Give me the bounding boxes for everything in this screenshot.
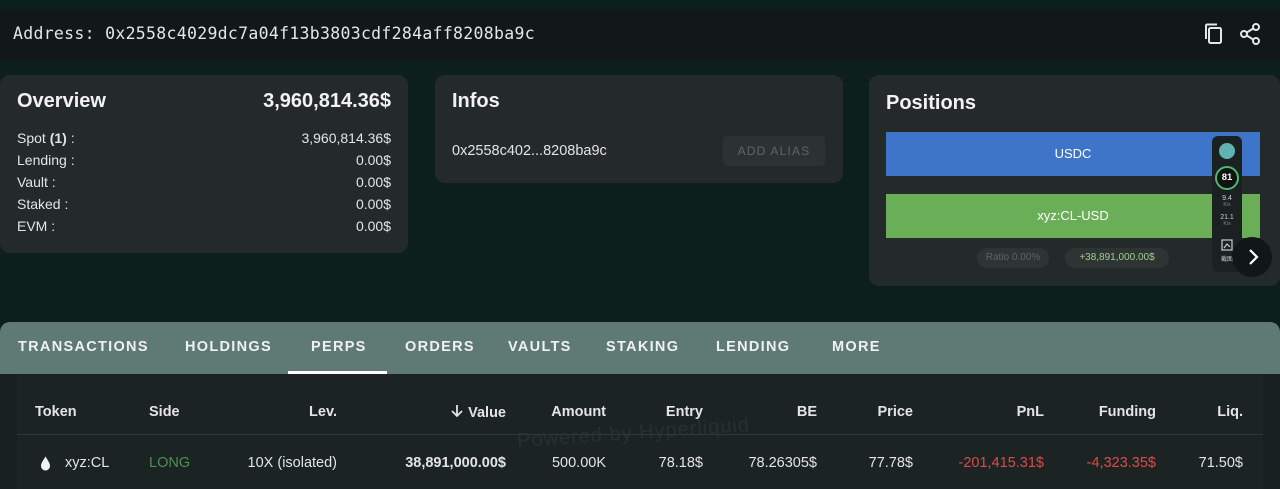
overview-row-value: 0.00$ — [355, 196, 391, 212]
overview-row-evm: EVM : 0.00$ — [17, 218, 391, 238]
infos-card: Infos 0x2558c402...8208ba9c ADD ALIAS — [435, 75, 843, 183]
cell-amount: 500.00K — [551, 455, 606, 471]
cell-be: 78.26305$ — [748, 455, 817, 471]
ratio-pill: Ratio 0.00% — [977, 248, 1049, 268]
position-bar-usdc[interactable]: USDC — [886, 132, 1260, 176]
cell-token[interactable]: xyz:CL — [65, 455, 109, 471]
copy-icon[interactable] — [1202, 22, 1226, 46]
overview-row-label: Vault : — [17, 174, 56, 190]
upload-unit: K/s — [1223, 202, 1231, 208]
tab-more[interactable]: MORE — [832, 339, 881, 355]
cell-entry: 78.18$ — [658, 455, 703, 471]
cell-pnl: -201,415.31$ — [958, 455, 1044, 471]
header-amount[interactable]: Amount — [551, 404, 606, 420]
cell-side: LONG — [149, 455, 191, 471]
overview-row-value: 0.00$ — [355, 174, 391, 190]
overview-card: Overview 3,960,814.36$ Spot (1) : 3,960,… — [0, 75, 408, 253]
overview-row-lending: Lending : 0.00$ — [17, 152, 391, 172]
infos-title: Infos — [452, 90, 500, 112]
overview-row-label: EVM : — [17, 218, 56, 234]
chevron-right-icon — [1249, 249, 1259, 265]
header-liq[interactable]: Liq. — [1217, 404, 1243, 420]
wallet-address: Address: 0x2558c4029dc7a04f13b3803cdf284… — [13, 24, 535, 43]
pnl-pill: +38,891,000.00$ — [1065, 248, 1169, 268]
overview-row-label: Spot (1) : — [17, 130, 75, 146]
overview-row-label: Staked : — [17, 196, 69, 212]
screenshot-icon[interactable] — [1221, 239, 1233, 251]
positions-title: Positions — [886, 92, 977, 114]
header-entry[interactable]: Entry — [666, 404, 703, 420]
cell-liq: 71.50$ — [1198, 455, 1243, 471]
header-price[interactable]: Price — [878, 404, 913, 420]
cell-funding: -4,323.35$ — [1086, 455, 1156, 471]
overview-row-value: 3,960,814.36$ — [301, 130, 391, 146]
cell-value: 38,891,000.00$ — [405, 455, 506, 471]
next-arrow-button[interactable] — [1232, 237, 1272, 277]
speed-badge: 81 — [1215, 166, 1239, 190]
header-pnl[interactable]: PnL — [1017, 404, 1044, 420]
overview-row-spot: Spot (1) : 3,960,814.36$ — [17, 130, 391, 150]
upload-stat: 9.4 K/s — [1212, 195, 1242, 208]
tab-staking[interactable]: STAKING — [606, 339, 679, 355]
overview-total: 3,960,814.36$ — [263, 90, 391, 112]
tab-lending[interactable]: LENDING — [716, 339, 790, 355]
header-value-label: Value — [468, 405, 506, 421]
short-address: 0x2558c402...8208ba9c — [452, 143, 607, 159]
cell-lev: 10X (isolated) — [247, 455, 337, 471]
tab-orders[interactable]: ORDERS — [405, 339, 475, 355]
table-area: Powered by Hyperliquid Token Side Lev. V… — [0, 374, 1280, 489]
overview-title: Overview — [17, 90, 106, 112]
upload-value: 9.4 — [1222, 195, 1232, 202]
overview-row-vault: Vault : 0.00$ — [17, 174, 391, 194]
header-funding[interactable]: Funding — [1099, 404, 1156, 420]
overview-row-value: 0.00$ — [355, 218, 391, 234]
tab-perps[interactable]: PERPS — [311, 339, 367, 355]
tab-holdings[interactable]: HOLDINGS — [185, 339, 272, 355]
tab-transactions[interactable]: TRANSACTIONS — [18, 339, 149, 355]
header-side[interactable]: Side — [149, 404, 180, 420]
check-icon — [1219, 143, 1235, 159]
cell-price: 77.78$ — [868, 455, 913, 471]
overview-row-value: 0.00$ — [355, 152, 391, 168]
overview-row-label: Lending : — [17, 152, 75, 168]
tab-bar: TRANSACTIONS HOLDINGS PERPS ORDERS VAULT… — [0, 322, 1280, 374]
perps-table: Powered by Hyperliquid Token Side Lev. V… — [17, 374, 1263, 489]
drop-icon — [41, 456, 50, 471]
overview-row-staked: Staked : 0.00$ — [17, 196, 391, 216]
header-divider — [17, 434, 1263, 435]
download-stat: 21.1 K/s — [1212, 214, 1242, 227]
download-unit: K/s — [1223, 221, 1231, 227]
position-bar-xyz-cl-usd[interactable]: xyz:CL-USD — [886, 194, 1260, 238]
header-token[interactable]: Token — [35, 404, 77, 420]
add-alias-button[interactable]: ADD ALIAS — [723, 136, 825, 166]
header-be[interactable]: BE — [797, 404, 817, 420]
download-value: 21.1 — [1220, 214, 1234, 221]
tab-vaults[interactable]: VAULTS — [508, 339, 572, 355]
address-bar: Address: 0x2558c4029dc7a04f13b3803cdf284… — [0, 10, 1280, 60]
arrow-down-icon — [451, 405, 463, 418]
share-icon[interactable] — [1238, 22, 1262, 46]
header-value[interactable]: Value — [450, 404, 506, 421]
header-lev[interactable]: Lev. — [309, 404, 337, 420]
